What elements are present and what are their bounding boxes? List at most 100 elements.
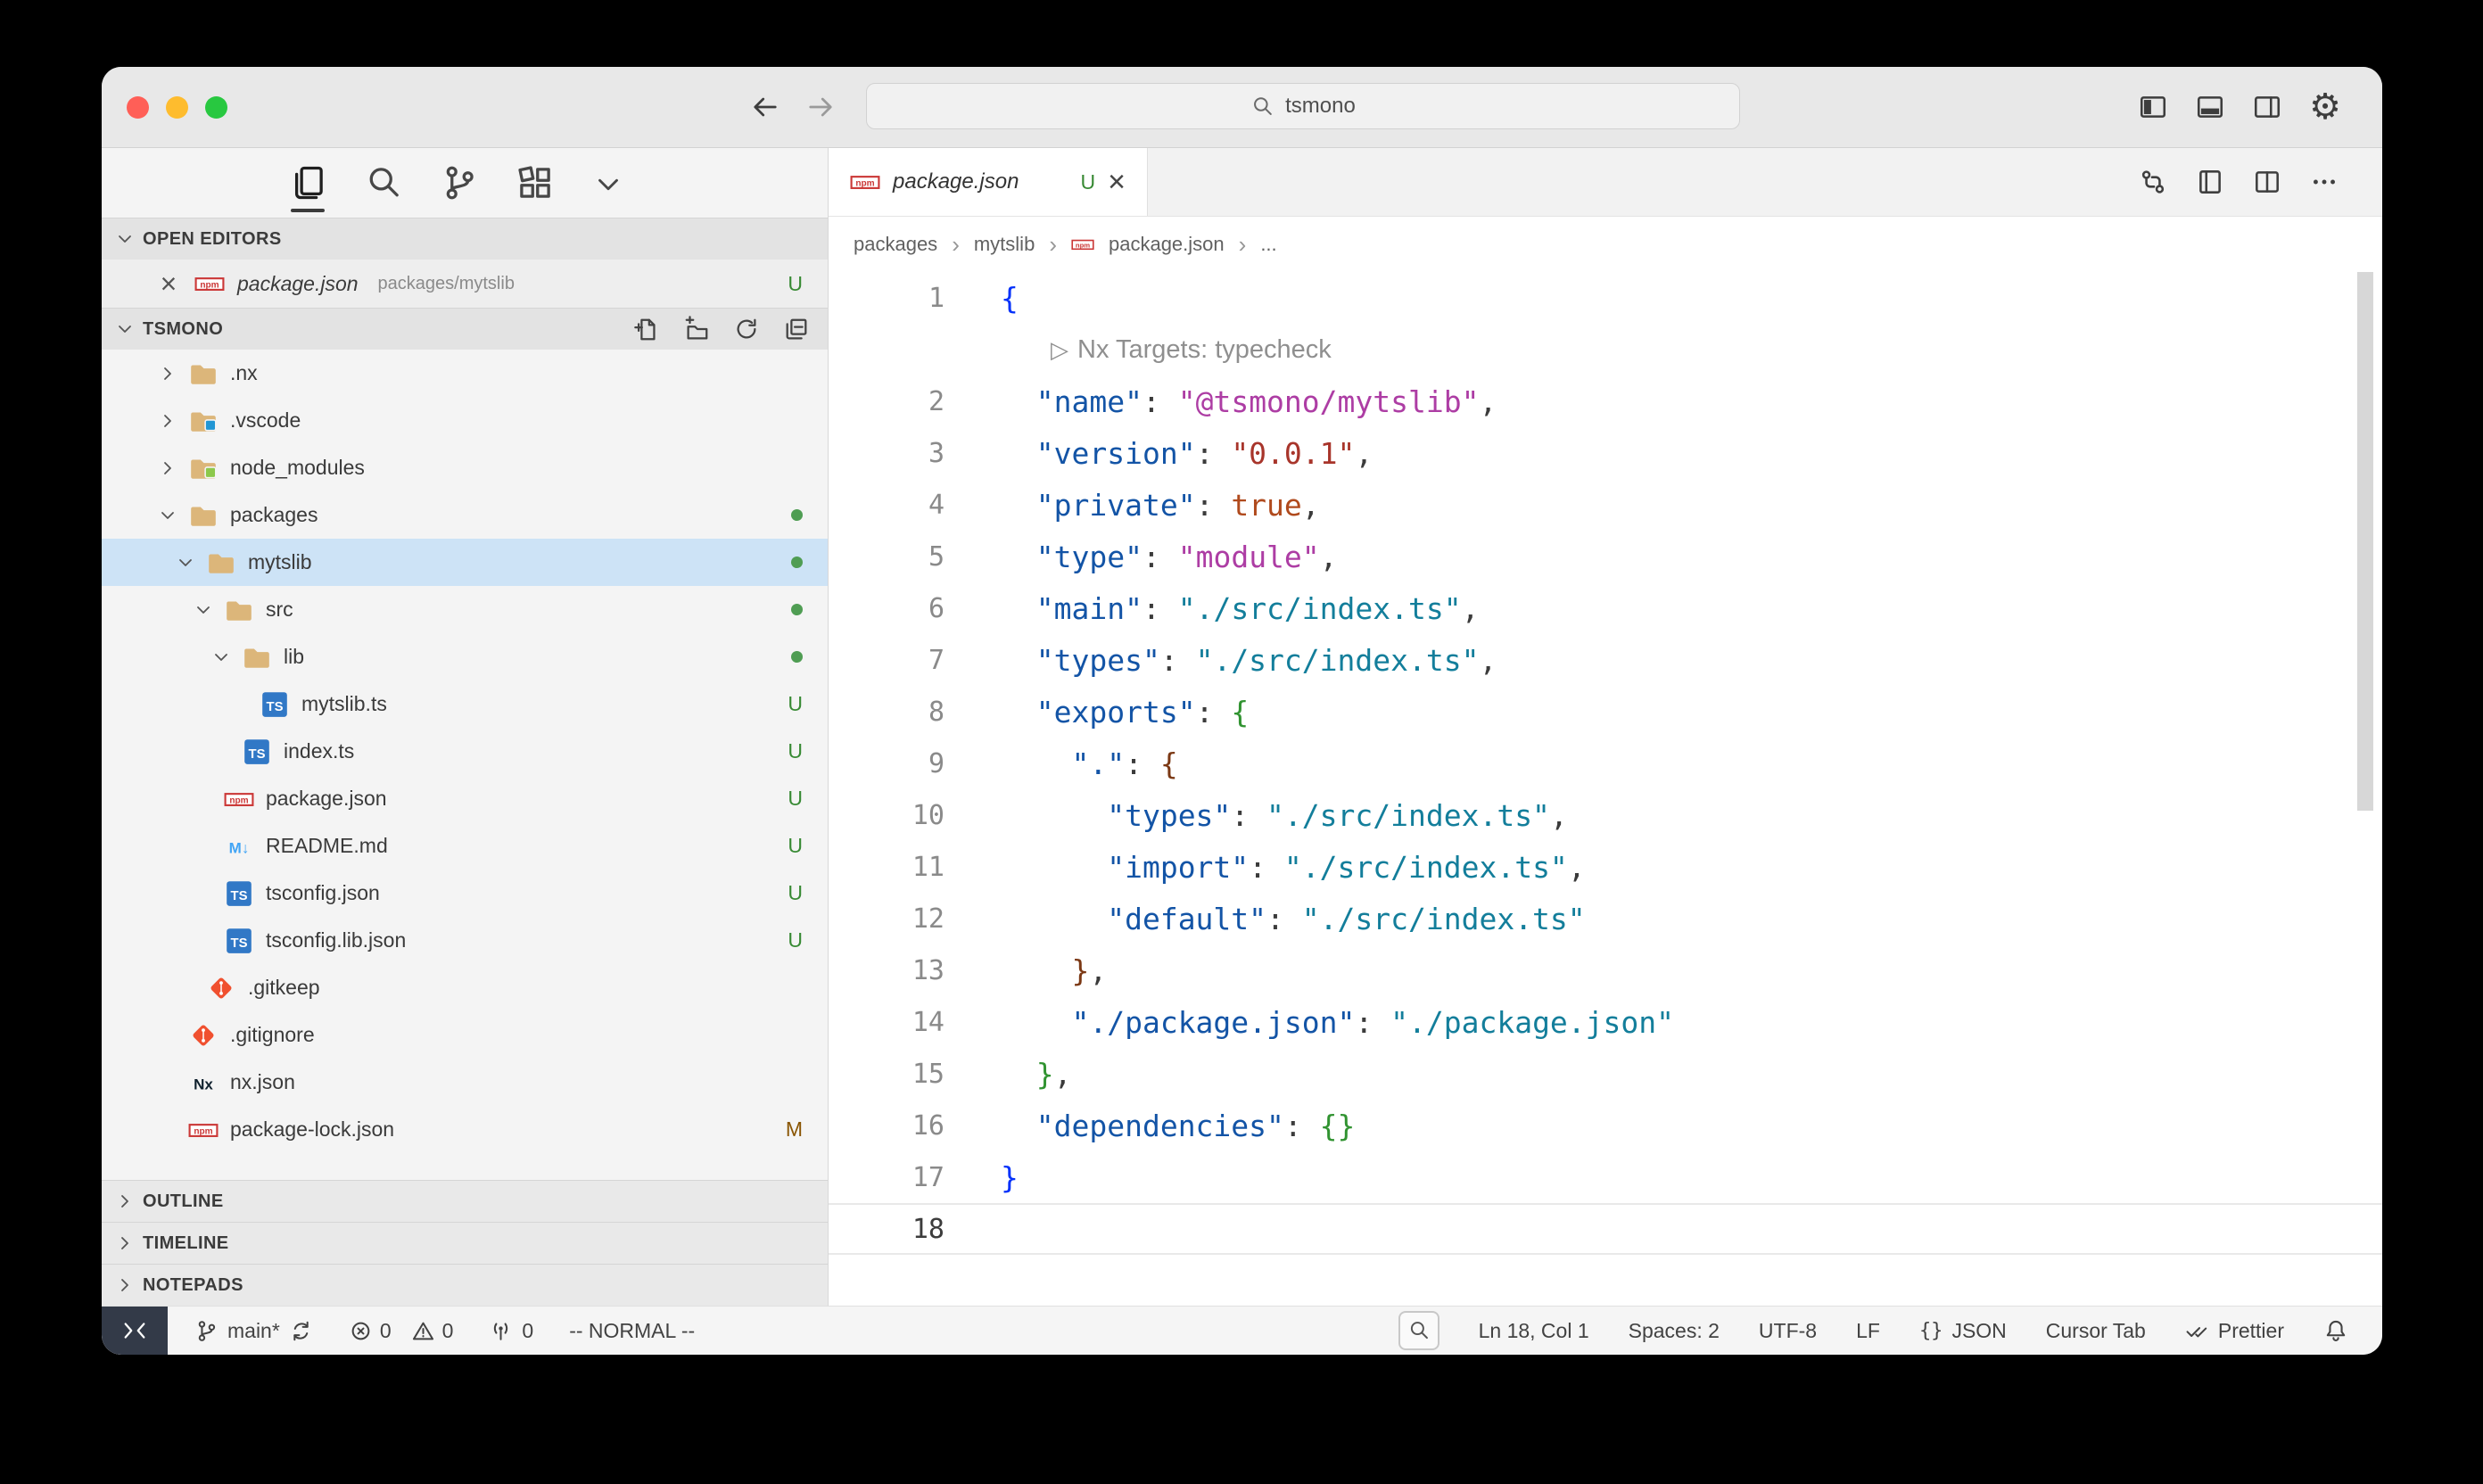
minimize-window-button[interactable] <box>166 96 188 119</box>
code-line-11[interactable]: 11 "import": "./src/index.ts", <box>829 841 2382 893</box>
breadcrumb-item[interactable]: package.json <box>1109 233 1225 256</box>
tree-item-package.json[interactable]: npmpackage.jsonU <box>102 775 828 822</box>
code-line-3[interactable]: 3 "version": "0.0.1", <box>829 427 2382 479</box>
code-line-4[interactable]: 4 "private": true, <box>829 479 2382 531</box>
collapse-all-icon[interactable] <box>783 316 810 342</box>
tree-item-node_modules[interactable]: node_modules <box>102 444 828 491</box>
close-window-button[interactable] <box>127 96 149 119</box>
open-editors-header[interactable]: OPEN EDITORS <box>102 218 828 260</box>
notebook-icon[interactable] <box>2195 167 2225 197</box>
code-line-8[interactable]: 8 "exports": { <box>829 686 2382 738</box>
editor-scrollbar[interactable] <box>2357 272 2373 811</box>
remote-indicator[interactable] <box>102 1307 168 1355</box>
sync-changes-icon <box>289 1319 313 1343</box>
code-line-6[interactable]: 6 "main": "./src/index.ts", <box>829 582 2382 634</box>
git-branch-status[interactable]: main* <box>194 1319 313 1343</box>
codelens-link[interactable]: ▷Nx Targets: typecheck <box>1051 335 1332 365</box>
language-mode[interactable]: {} JSON <box>1919 1319 2007 1343</box>
cursor-tab-status[interactable]: Cursor Tab <box>2046 1319 2146 1343</box>
tree-item-mytslib.ts[interactable]: TSmytslib.tsU <box>102 680 828 728</box>
line-number: 3 <box>829 438 980 469</box>
formatter-status[interactable]: Prettier <box>2185 1319 2284 1343</box>
ports-status[interactable]: 0 <box>489 1319 533 1343</box>
open-editor-item[interactable]: × npm package.json packages/mytslib U <box>102 260 828 308</box>
breadcrumb-item[interactable]: mytslib <box>974 233 1035 256</box>
toggle-primary-sidebar-icon[interactable] <box>2138 92 2168 122</box>
code-line-17[interactable]: 17} <box>829 1151 2382 1203</box>
command-center-search[interactable]: tsmono <box>866 83 1740 129</box>
code-editor[interactable]: 1{ ▷Nx Targets: typecheck 2 "name": "@tsmo… <box>829 272 2382 1306</box>
tree-item-label: package.json <box>266 787 387 811</box>
tree-item-tsconfig.json[interactable]: TStsconfig.jsonU <box>102 870 828 917</box>
codelens-line[interactable]: ▷Nx Targets: typecheck <box>829 324 2382 375</box>
tree-item-.gitignore[interactable]: .gitignore <box>102 1011 828 1059</box>
problems-status[interactable]: 0 0 <box>349 1319 454 1343</box>
extensions-icon[interactable] <box>516 163 555 202</box>
explorer-section-header[interactable]: TSMONO <box>102 308 828 350</box>
tree-item-README.md[interactable]: M↓README.mdU <box>102 822 828 870</box>
line-number: 14 <box>829 1007 980 1038</box>
code-line-13[interactable]: 13 }, <box>829 944 2382 996</box>
code-text: "private": true, <box>980 488 1320 523</box>
back-icon[interactable] <box>749 91 781 123</box>
settings-gear-icon[interactable]: ⚙ <box>2309 89 2341 125</box>
new-file-icon[interactable] <box>633 316 660 342</box>
split-editor-icon[interactable] <box>2252 167 2282 197</box>
tree-item-packages[interactable]: packages <box>102 491 828 539</box>
tree-item-label: package-lock.json <box>230 1117 394 1142</box>
tree-item-lib[interactable]: lib <box>102 633 828 680</box>
section-notepads[interactable]: NOTEPADS <box>102 1264 828 1306</box>
code-line-14[interactable]: 14 "./package.json": "./package.json" <box>829 996 2382 1048</box>
tree-item-.nx[interactable]: .nx <box>102 350 828 397</box>
section-timeline[interactable]: TIMELINE <box>102 1222 828 1264</box>
line-number: 7 <box>829 645 980 676</box>
search-view-icon[interactable] <box>364 163 403 202</box>
tree-item-index.ts[interactable]: TSindex.tsU <box>102 728 828 775</box>
warning-icon <box>411 1319 435 1343</box>
tree-item-.vscode[interactable]: .vscode <box>102 397 828 444</box>
notifications-bell-icon[interactable] <box>2323 1318 2348 1343</box>
zoom-indicator[interactable] <box>1398 1311 1439 1350</box>
tree-item-tsconfig.lib.json[interactable]: TStsconfig.lib.jsonU <box>102 917 828 964</box>
tree-item-.gitkeep[interactable]: .gitkeep <box>102 964 828 1011</box>
source-control-icon[interactable] <box>440 163 479 202</box>
open-changes-icon[interactable] <box>2138 167 2168 197</box>
tree-item-package-lock.json[interactable]: npmpackage-lock.jsonM <box>102 1106 828 1153</box>
toggle-panel-icon[interactable] <box>2195 92 2225 122</box>
tree-item-nx.json[interactable]: Nxnx.json <box>102 1059 828 1106</box>
forward-icon[interactable] <box>804 91 837 123</box>
close-icon[interactable]: × <box>1108 167 1126 197</box>
git-change-dot <box>791 509 803 521</box>
tree-item-mytslib[interactable]: mytslib <box>102 539 828 586</box>
breadcrumb-item[interactable]: packages <box>854 233 937 256</box>
zoom-window-button[interactable] <box>205 96 227 119</box>
code-line-12[interactable]: 12 "default": "./src/index.ts" <box>829 893 2382 944</box>
tab-package-json[interactable]: npm package.json U × <box>829 148 1148 216</box>
more-actions-icon[interactable] <box>2309 167 2339 197</box>
code-line-10[interactable]: 10 "types": "./src/index.ts", <box>829 789 2382 841</box>
explorer-icon[interactable] <box>288 163 327 202</box>
new-folder-icon[interactable] <box>683 316 710 342</box>
npm-icon: npm <box>850 167 880 197</box>
toggle-secondary-sidebar-icon[interactable] <box>2252 92 2282 122</box>
sidebar-toolbar <box>102 148 828 218</box>
tree-item-src[interactable]: src <box>102 586 828 633</box>
code-line-2[interactable]: 2 "name": "@tsmono/mytslib", <box>829 375 2382 427</box>
section-outline[interactable]: OUTLINE <box>102 1180 828 1222</box>
code-line-1[interactable]: 1{ <box>829 272 2382 324</box>
code-line-18[interactable]: 18 <box>829 1203 2382 1255</box>
tab-title: package.json <box>893 169 1019 194</box>
indentation-status[interactable]: Spaces: 2 <box>1629 1319 1720 1343</box>
eol-status[interactable]: LF <box>1856 1319 1880 1343</box>
more-views-chevron-icon[interactable] <box>591 168 625 202</box>
code-line-5[interactable]: 5 "type": "module", <box>829 531 2382 582</box>
refresh-explorer-icon[interactable] <box>733 316 760 342</box>
code-line-7[interactable]: 7 "types": "./src/index.ts", <box>829 634 2382 686</box>
breadcrumb-item[interactable]: ... <box>1260 233 1276 256</box>
cursor-position[interactable]: Ln 18, Col 1 <box>1479 1319 1589 1343</box>
code-line-15[interactable]: 15 }, <box>829 1048 2382 1100</box>
code-line-9[interactable]: 9 ".": { <box>829 738 2382 789</box>
code-line-16[interactable]: 16 "dependencies": {} <box>829 1100 2382 1151</box>
close-icon[interactable]: × <box>155 269 182 298</box>
encoding-status[interactable]: UTF-8 <box>1759 1319 1817 1343</box>
